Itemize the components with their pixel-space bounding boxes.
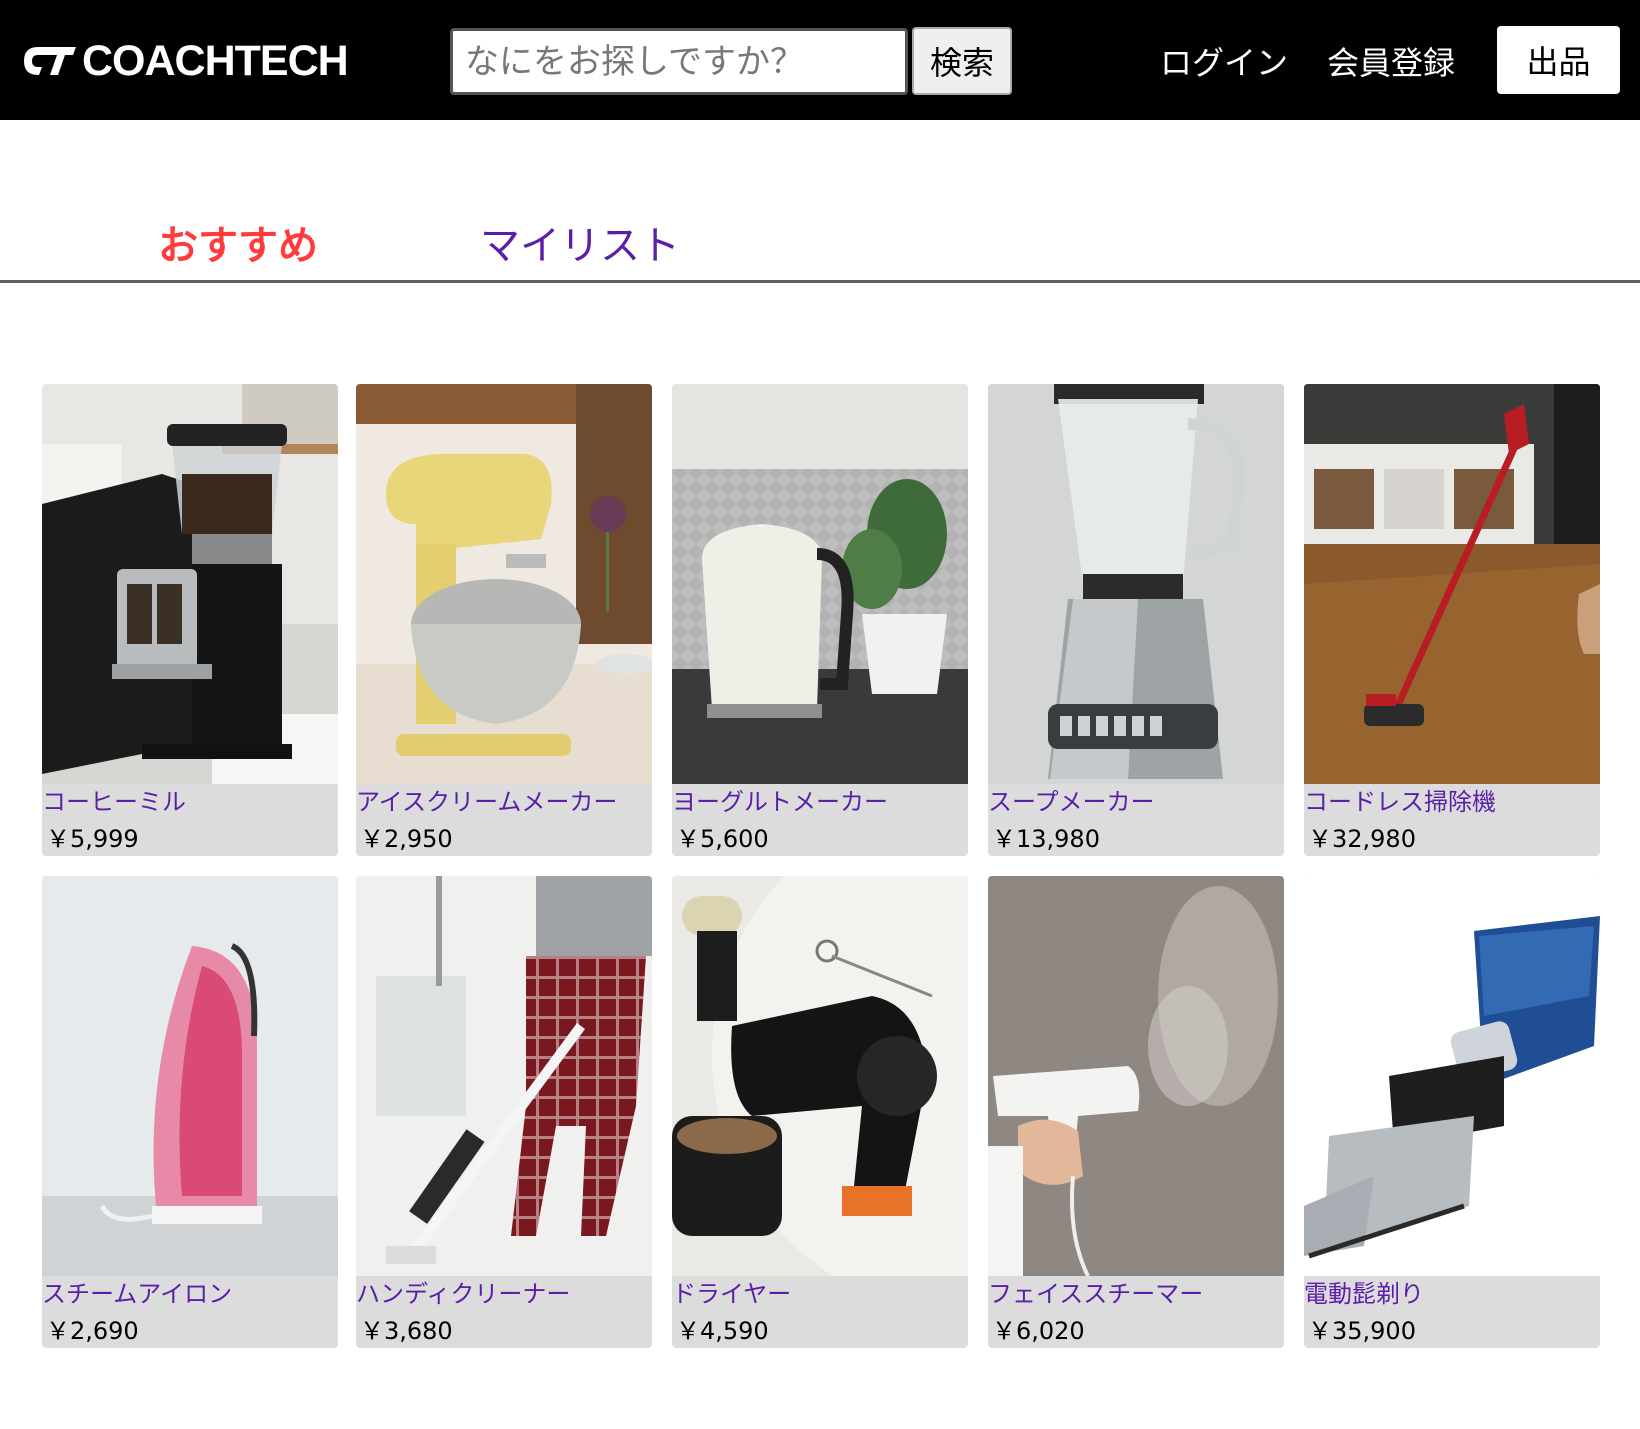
coachtech-logo[interactable]: COACHTECH <box>20 36 349 85</box>
product-card[interactable]: ドライヤー ￥4,590 <box>672 876 968 1348</box>
product-name: ハンディクリーナー <box>356 1280 571 1308</box>
logo-text: COACHTECH <box>82 36 349 85</box>
search-button[interactable]: 検索 <box>912 27 1012 95</box>
register-link[interactable]: 会員登録 <box>1327 38 1455 84</box>
product-card[interactable]: ヨーグルトメーカー ￥5,600 <box>672 384 968 856</box>
product-card[interactable]: コーヒーミル ￥5,999 <box>42 384 338 856</box>
product-price: ￥32,980 <box>1308 825 1416 853</box>
product-price: ￥5,999 <box>46 825 139 853</box>
product-price: ￥2,690 <box>46 1317 139 1345</box>
sell-button[interactable]: 出品 <box>1497 26 1620 94</box>
product-price: ￥3,680 <box>360 1317 453 1345</box>
product-name: スープメーカー <box>988 788 1155 816</box>
product-name: フェイススチーマー <box>988 1280 1204 1308</box>
garment-steamer-image <box>988 876 1284 1276</box>
search-input[interactable] <box>450 28 908 95</box>
product-price: ￥35,900 <box>1308 1317 1416 1345</box>
tabs-divider <box>0 280 1640 283</box>
product-name: スチームアイロン <box>42 1280 233 1308</box>
product-name: コードレス掃除機 <box>1304 788 1496 816</box>
stand-mixer-image <box>356 384 652 784</box>
product-card[interactable]: 電動髭剃り ￥35,900 <box>1304 876 1600 1348</box>
product-price: ￥13,980 <box>992 825 1100 853</box>
product-name: コーヒーミル <box>42 788 186 816</box>
blender-image <box>988 384 1284 784</box>
stick-vacuum-image <box>1304 384 1600 784</box>
tab-mylist[interactable]: マイリスト <box>480 222 680 270</box>
product-card[interactable]: ハンディクリーナー ￥3,680 <box>356 876 652 1348</box>
tab-recommend[interactable]: おすすめ <box>158 222 318 270</box>
product-card[interactable]: アイスクリームメーカー ￥2,950 <box>356 384 652 856</box>
product-name: 電動髭剃り <box>1304 1280 1424 1308</box>
steam-iron-image <box>42 876 338 1276</box>
product-name: アイスクリームメーカー <box>356 788 618 816</box>
product-price: ￥6,020 <box>992 1317 1085 1345</box>
ct-logo-icon <box>24 47 76 75</box>
hair-dryer-image <box>672 876 968 1276</box>
site-header: COACHTECH 検索 ログイン 会員登録 出品 <box>0 0 1640 120</box>
handheld-vacuum-image <box>356 876 652 1276</box>
product-price: ￥4,590 <box>676 1317 769 1345</box>
product-card[interactable]: コードレス掃除機 ￥32,980 <box>1304 384 1600 856</box>
product-price: ￥2,950 <box>360 825 453 853</box>
product-name: ドライヤー <box>672 1280 792 1308</box>
electric-kettle-image <box>672 384 968 784</box>
product-card[interactable]: スチームアイロン ￥2,690 <box>42 876 338 1348</box>
login-link[interactable]: ログイン <box>1160 38 1288 84</box>
hair-clipper-image <box>1304 876 1600 1276</box>
product-card[interactable]: フェイススチーマー ￥6,020 <box>988 876 1284 1348</box>
coffee-grinder-image <box>42 384 338 784</box>
product-price: ￥5,600 <box>676 825 769 853</box>
product-name: ヨーグルトメーカー <box>672 788 888 816</box>
product-card[interactable]: スープメーカー ￥13,980 <box>988 384 1284 856</box>
